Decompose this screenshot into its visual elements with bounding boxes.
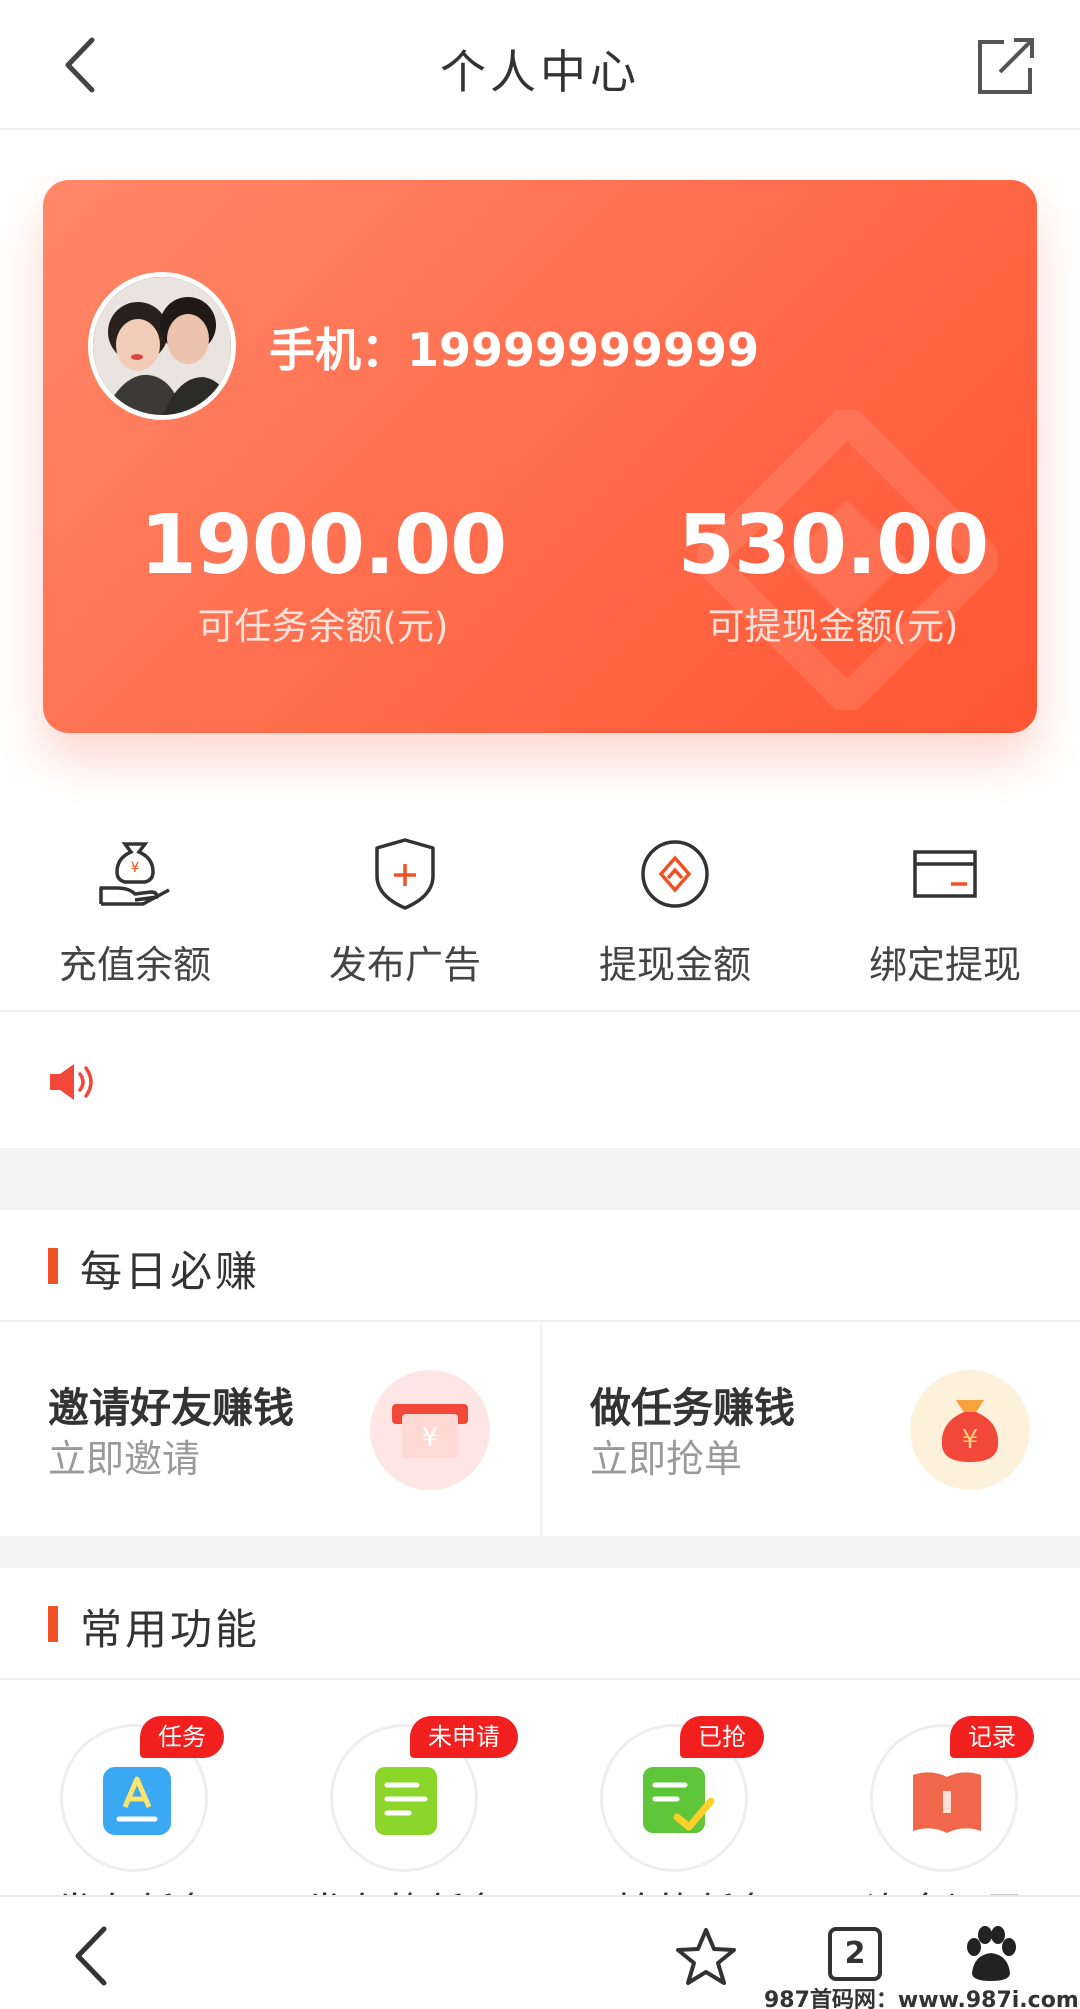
do-tasks-card[interactable]: 做任务赚钱 立即抢单 ¥ (540, 1322, 1080, 1536)
withdrawable-value: 530.00 (677, 498, 989, 593)
card-icon (913, 850, 977, 898)
functions-grid: 任务 发布任务 未申请 发布的任务 已抢 已抢的任务 (0, 1680, 1080, 1900)
svg-text:¥: ¥ (422, 1423, 439, 1453)
svg-text:¥: ¥ (962, 1425, 979, 1455)
tasks-subtitle: 立即抢单 (590, 1437, 743, 1481)
invite-title: 邀请好友赚钱 (48, 1384, 294, 1432)
bind-withdraw-button[interactable]: 绑定提现 (810, 820, 1080, 1010)
speaker-icon (50, 1064, 93, 1100)
diamond-circle-icon (641, 840, 709, 908)
shield-plus-icon (375, 838, 435, 910)
section-gap (0, 1536, 1080, 1568)
bind-withdraw-label: 绑定提现 (868, 943, 1021, 987)
task-balance-label: 可任务余额(元) (197, 605, 449, 648)
func-grabbed-tasks[interactable]: 已抢 已抢的任务 (540, 1680, 810, 1900)
publish-ad-label: 发布广告 (328, 943, 481, 987)
star-icon[interactable] (674, 1925, 738, 1989)
invite-friends-card[interactable]: 邀请好友赚钱 立即邀请 ¥ (0, 1322, 540, 1536)
withdrawable-label: 可提现金额(元) (707, 605, 959, 648)
money-bag-icon: ¥ (910, 1370, 1030, 1490)
recharge-button[interactable]: ¥ 充值余额 (0, 820, 270, 1010)
task-balance-value: 1900.00 (139, 498, 507, 593)
quick-actions: ¥ 充值余额 发布广告 提现金额 绑定提现 (0, 820, 1080, 1010)
func-badge: 未申请 (410, 1716, 518, 1758)
watermark-text: 987首码网：www.987i.com (764, 1988, 1079, 2009)
section-gap (0, 1148, 1080, 1210)
avatar-photo (93, 277, 231, 415)
red-envelope-icon: ¥ (370, 1370, 490, 1490)
invite-subtitle: 立即邀请 (48, 1437, 201, 1481)
svg-text:¥: ¥ (131, 860, 140, 876)
func-fund-records[interactable]: 记录 资金记录 (810, 1680, 1080, 1900)
money-bag-hand-icon: ¥ (99, 842, 170, 906)
functions-section-header: 常用功能 (0, 1568, 1080, 1678)
func-badge: 已抢 (680, 1716, 764, 1758)
withdraw-button[interactable]: 提现金额 (540, 820, 810, 1010)
func-published-tasks[interactable]: 未申请 发布的任务 (270, 1680, 540, 1900)
daily-earn-cards: 邀请好友赚钱 立即邀请 ¥ 做任务赚钱 立即抢单 ¥ (0, 1322, 1080, 1536)
share-external-icon[interactable] (974, 34, 1038, 98)
func-badge: 任务 (140, 1716, 224, 1758)
daily-section-header: 每日必赚 (0, 1210, 1080, 1320)
notice-bar[interactable] (0, 1012, 1080, 1148)
list-doc-icon (375, 1767, 437, 1835)
paw-icon[interactable] (960, 1923, 1022, 1985)
tabs-button[interactable]: 2 (828, 1927, 882, 1981)
tab-count: 2 (844, 1936, 866, 1971)
task-balance[interactable]: 1900.00 可任务余额(元) (113, 498, 533, 650)
functions-section-title: 常用功能 (80, 1605, 261, 1654)
browser-back-icon[interactable] (62, 1921, 122, 1991)
section-accent-bar (48, 1606, 58, 1642)
page-title: 个人中心 (440, 45, 640, 99)
checked-doc-icon (643, 1767, 715, 1833)
daily-section-title: 每日必赚 (80, 1247, 261, 1296)
func-badge: 记录 (950, 1716, 1034, 1758)
section-accent-bar (48, 1248, 58, 1284)
withdraw-label: 提现金额 (598, 943, 751, 987)
withdrawable-balance[interactable]: 530.00 可提现金额(元) (623, 498, 1037, 650)
phone-number: 手机：19999999999 (269, 323, 760, 377)
publish-doc-icon (103, 1767, 171, 1835)
publish-ad-button[interactable]: 发布广告 (270, 820, 540, 1010)
account-card: 手机：19999999999 1900.00 可任务余额(元) 530.00 可… (43, 180, 1037, 733)
func-publish-task[interactable]: 任务 发布任务 (0, 1680, 270, 1900)
header: 个人中心 (0, 0, 1080, 130)
avatar[interactable] (88, 272, 236, 420)
tasks-title: 做任务赚钱 (590, 1384, 795, 1432)
recharge-label: 充值余额 (58, 943, 211, 987)
book-icon (913, 1772, 981, 1833)
